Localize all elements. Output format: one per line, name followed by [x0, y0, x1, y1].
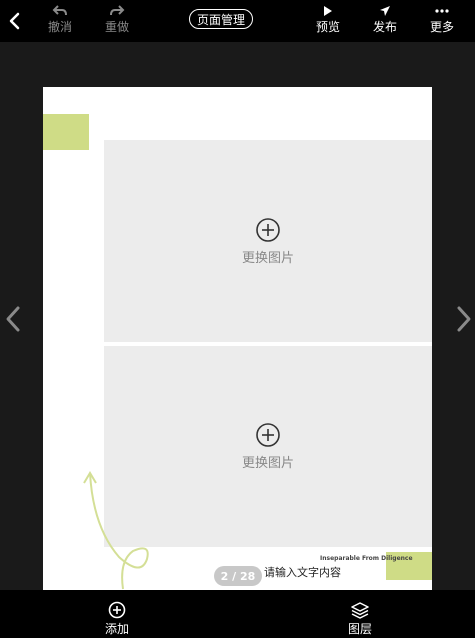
more-icon — [435, 9, 449, 13]
layers-label: 图层 — [347, 622, 372, 636]
next-page-button[interactable] — [454, 305, 474, 333]
tagline-text[interactable]: Inseparable From Diligence — [320, 555, 413, 562]
bottom-toolbar: 添加 图层 — [0, 590, 475, 638]
chevron-right-icon — [457, 306, 471, 332]
text-content-field[interactable]: 请输入文字内容 — [264, 564, 341, 580]
layers-icon — [351, 602, 369, 619]
redo-icon — [110, 5, 125, 16]
add-label: 添加 — [104, 622, 129, 636]
chevron-left-icon — [6, 306, 20, 332]
page-indicator-badge: 2 / 28 — [214, 566, 262, 586]
undo-label: 撤消 — [47, 20, 72, 34]
image-placeholder-top[interactable]: 更换图片 — [104, 140, 432, 342]
replace-image-label: 更换图片 — [241, 250, 294, 266]
add-circle-icon — [108, 601, 126, 619]
top-toolbar: 撤消 重做 页面管理 预览 发布 更多 — [0, 0, 475, 42]
back-icon — [9, 12, 20, 30]
page-canvas[interactable]: 更换图片 更换图片 Inseparable From Diligence 2 /… — [43, 87, 432, 590]
publish-label: 发布 — [372, 20, 397, 34]
undo-icon — [52, 5, 67, 16]
add-circle-icon — [256, 217, 280, 242]
preview-label: 预览 — [315, 20, 340, 34]
more-label: 更多 — [429, 20, 454, 34]
send-icon — [380, 6, 390, 16]
preview-button[interactable]: 预览 — [313, 3, 343, 35]
add-circle-icon — [256, 423, 280, 447]
more-button[interactable]: 更多 — [427, 3, 457, 35]
layers-button[interactable]: 图层 — [345, 600, 375, 637]
publish-button[interactable]: 发布 — [370, 3, 400, 35]
add-button[interactable]: 添加 — [102, 600, 132, 637]
replace-image-label: 更换图片 — [241, 456, 294, 471]
accent-rect-top — [43, 114, 89, 150]
play-icon — [324, 6, 332, 16]
back-button[interactable] — [6, 11, 24, 31]
redo-button[interactable]: 重做 — [102, 3, 132, 35]
page-manage-button[interactable]: 页面管理 — [189, 9, 253, 29]
decorative-arrow-swirl — [83, 471, 149, 590]
redo-label: 重做 — [104, 20, 129, 34]
prev-page-button[interactable] — [3, 305, 23, 333]
undo-button[interactable]: 撤消 — [45, 3, 75, 35]
